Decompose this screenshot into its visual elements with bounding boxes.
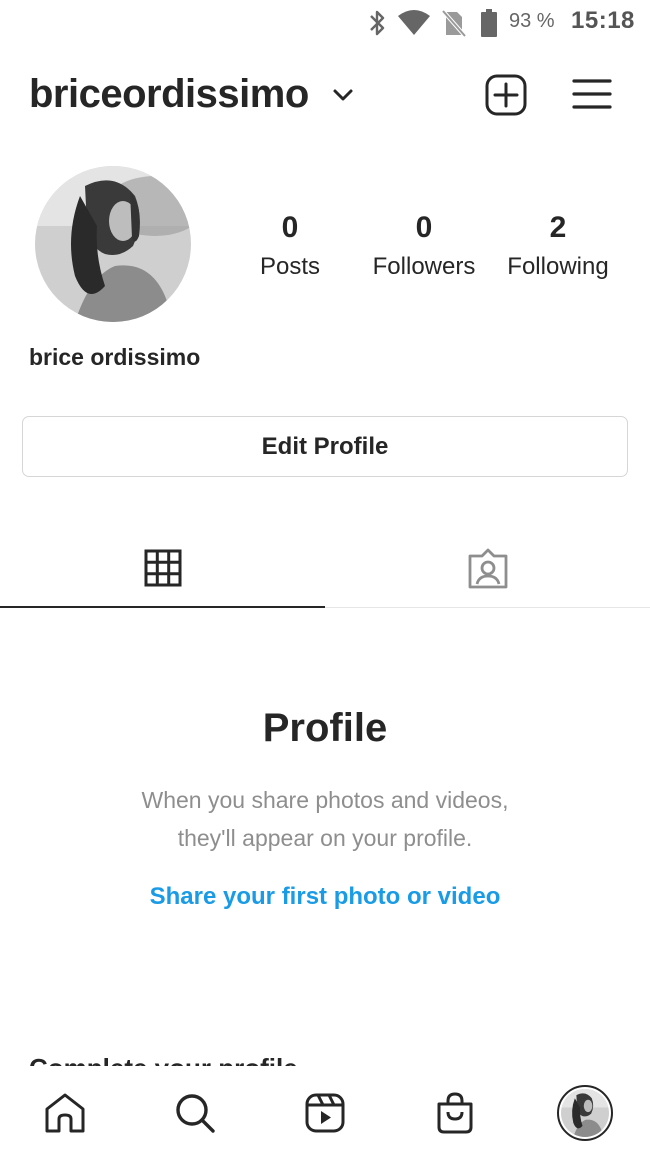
- stat-label: Followers: [372, 253, 476, 280]
- reels-icon: [305, 1093, 345, 1133]
- nav-search[interactable]: [173, 1091, 217, 1135]
- battery-icon: [481, 9, 497, 37]
- stat-value: 2: [549, 211, 567, 244]
- stat-value: 0: [415, 211, 433, 244]
- shop-icon: [437, 1092, 473, 1134]
- menu-icon[interactable]: [572, 76, 612, 112]
- bottom-navigation: [0, 1066, 650, 1156]
- nav-home[interactable]: [43, 1091, 87, 1135]
- home-icon: [45, 1093, 85, 1133]
- chevron-down-icon[interactable]: [332, 88, 354, 102]
- stat-label: Following: [507, 253, 609, 280]
- status-bar: 93 % 15:18: [0, 0, 650, 46]
- stat-value: 0: [281, 211, 299, 244]
- clock: 15:18: [571, 7, 635, 34]
- profile-header: briceordissimo: [0, 62, 650, 128]
- empty-state-title: Profile: [262, 706, 388, 750]
- stat-label: Posts: [259, 253, 321, 280]
- no-sim-icon: [442, 9, 466, 38]
- bluetooth-icon: [370, 10, 385, 36]
- nav-shop[interactable]: [433, 1091, 477, 1135]
- empty-state-text: they'll appear on your profile.: [177, 825, 473, 851]
- tagged-icon: [468, 548, 507, 588]
- following-count[interactable]: 2 Following: [493, 210, 623, 282]
- battery-percentage: 93 %: [509, 10, 555, 32]
- add-post-icon[interactable]: [485, 74, 527, 116]
- share-first-photo-link[interactable]: Share your first photo or video: [0, 883, 650, 911]
- wifi-icon: [398, 10, 430, 35]
- posts-count[interactable]: 0 Posts: [225, 210, 355, 282]
- tab-tagged[interactable]: [325, 530, 650, 608]
- empty-state-text: When you share photos and videos,: [141, 787, 509, 813]
- search-icon: [176, 1094, 215, 1133]
- nav-reels[interactable]: [303, 1091, 347, 1135]
- account-switcher[interactable]: briceordissimo: [29, 72, 309, 117]
- edit-profile-button[interactable]: Edit Profile: [22, 416, 628, 477]
- profile-avatar[interactable]: [35, 166, 191, 322]
- grid-icon: [144, 549, 181, 587]
- tab-grid[interactable]: [0, 530, 325, 608]
- display-name: brice ordissimo: [29, 344, 201, 370]
- nav-profile-avatar[interactable]: [557, 1085, 613, 1141]
- followers-count[interactable]: 0 Followers: [359, 210, 489, 282]
